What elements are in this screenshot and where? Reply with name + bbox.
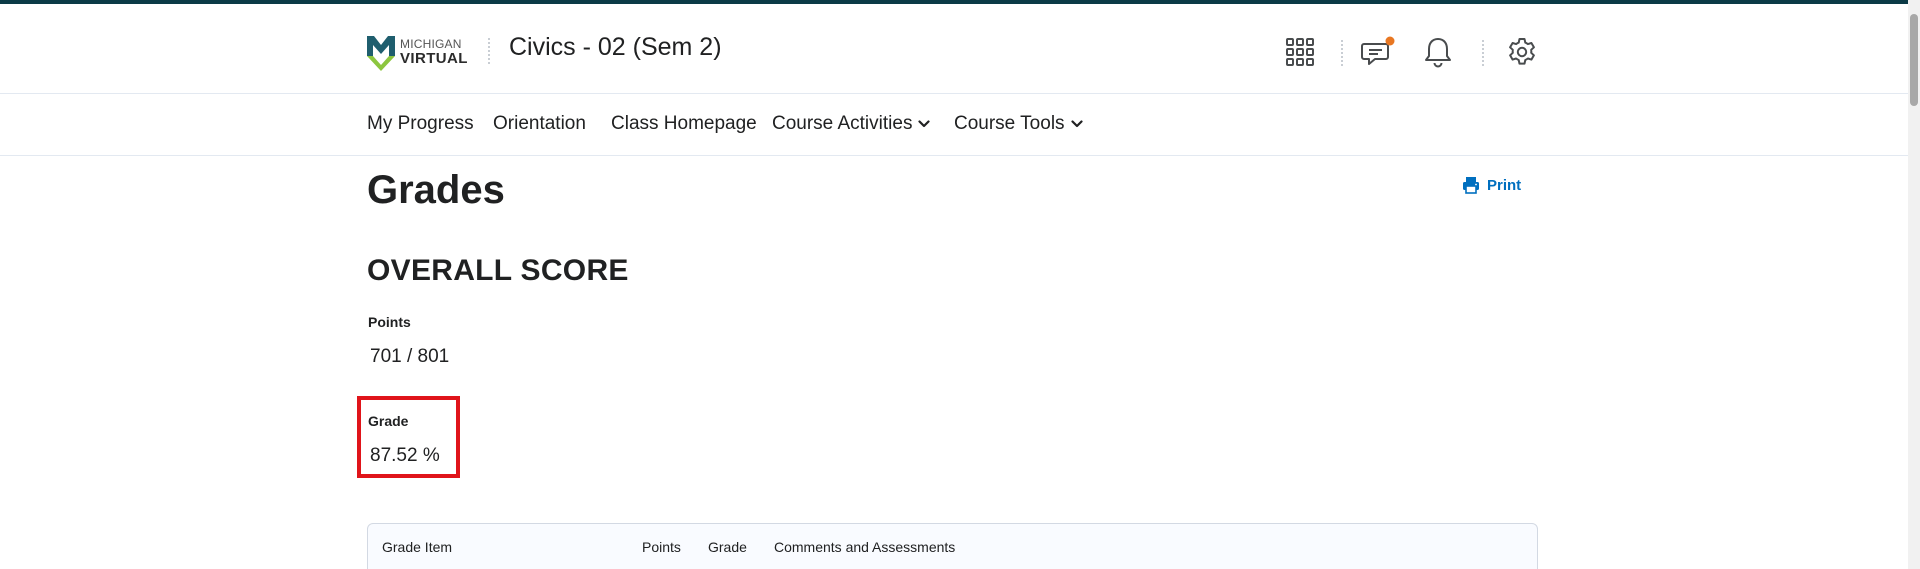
- nav-orientation[interactable]: Orientation: [493, 113, 586, 135]
- column-header-points[interactable]: Points: [642, 539, 681, 555]
- settings-button[interactable]: [1502, 32, 1542, 72]
- michigan-virtual-logo[interactable]: MICHIGAN VIRTUAL: [366, 30, 470, 74]
- grid-icon: [1286, 38, 1314, 66]
- chat-icon: [1361, 36, 1395, 65]
- print-button[interactable]: Print: [1462, 176, 1521, 194]
- page-scrollbar[interactable]: [1908, 0, 1920, 569]
- top-header: MICHIGAN VIRTUAL Civics - 02 (Sem 2): [0, 4, 1908, 94]
- logo-line-2: VIRTUAL: [400, 50, 468, 67]
- messages-button[interactable]: [1358, 32, 1398, 72]
- course-title[interactable]: Civics - 02 (Sem 2): [509, 33, 722, 62]
- nav-my-progress[interactable]: My Progress: [367, 113, 474, 135]
- nav-item-label: Course Tools: [954, 113, 1065, 134]
- logo-text: MICHIGAN VIRTUAL: [400, 38, 468, 66]
- nav-class-homepage[interactable]: Class Homepage: [611, 113, 757, 135]
- column-header-grade-item[interactable]: Grade Item: [382, 539, 452, 555]
- bell-icon: [1425, 38, 1451, 68]
- page-title: Grades: [367, 168, 505, 212]
- nav-item-label: Orientation: [493, 113, 586, 134]
- gear-icon: [1509, 38, 1535, 65]
- column-header-comments[interactable]: Comments and Assessments: [774, 539, 955, 555]
- course-navbar: My Progress Orientation Class Homepage C…: [0, 95, 1908, 156]
- grades-table: Grade Item Points Grade Comments and Ass…: [367, 523, 1538, 569]
- logo-line-1: MICHIGAN: [400, 37, 462, 51]
- column-header-grade[interactable]: Grade: [708, 539, 747, 555]
- print-label: Print: [1487, 176, 1522, 194]
- scrollbar-thumb[interactable]: [1910, 14, 1918, 106]
- course-selector-button[interactable]: [1280, 32, 1320, 72]
- points-label: Points: [368, 314, 411, 330]
- nav-item-label: Class Homepage: [611, 113, 757, 134]
- nav-course-tools[interactable]: Course Tools: [954, 113, 1083, 135]
- michigan-virtual-logo-mark: [367, 36, 395, 71]
- nav-item-label: My Progress: [367, 113, 474, 134]
- overall-score-heading: OVERALL SCORE: [367, 254, 629, 287]
- notifications-button[interactable]: [1418, 32, 1458, 72]
- notification-dot: [1385, 36, 1395, 46]
- grade-highlight-box: [357, 396, 460, 478]
- nav-course-activities[interactable]: Course Activities: [772, 113, 931, 135]
- nav-item-label: Course Activities: [772, 113, 913, 134]
- header-divider: [1341, 40, 1343, 66]
- points-value: 701 / 801: [370, 346, 450, 367]
- chevron-down-icon: [918, 120, 931, 128]
- header-divider: [488, 38, 490, 64]
- printer-icon: [1463, 177, 1479, 194]
- chevron-down-icon: [1070, 120, 1083, 128]
- header-divider: [1482, 40, 1484, 66]
